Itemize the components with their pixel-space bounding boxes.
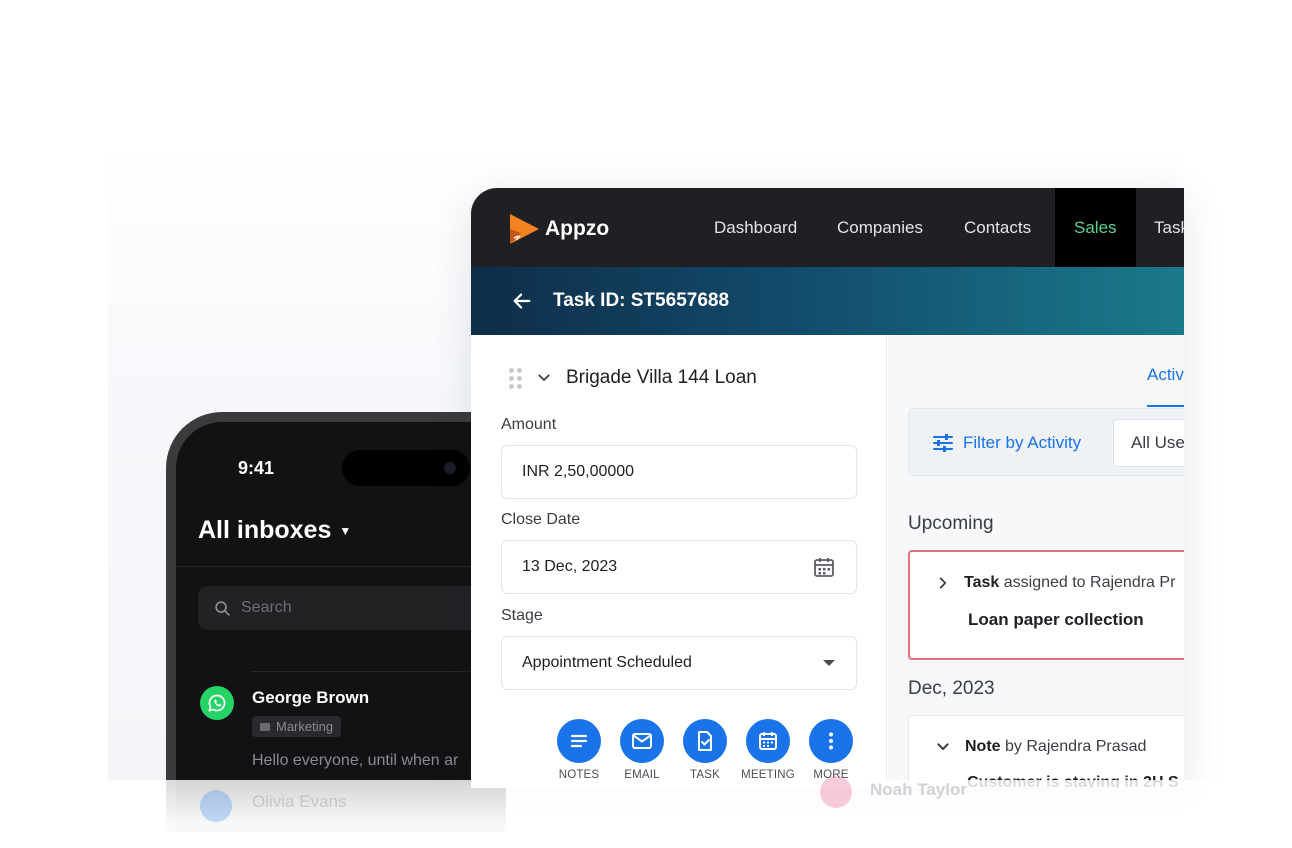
upcoming-card-header: Task assigned to Rajendra Pr bbox=[936, 574, 1175, 592]
amount-label: Amount bbox=[501, 416, 557, 433]
divider bbox=[252, 671, 506, 672]
back-arrow-icon[interactable] bbox=[511, 290, 533, 312]
conversation-name[interactable]: George Brown bbox=[252, 688, 369, 708]
tab-activity[interactable]: Activi bbox=[1147, 365, 1184, 385]
activity-filter-bar: Filter by Activity All Use bbox=[908, 408, 1184, 476]
folder-icon bbox=[260, 722, 270, 731]
month-heading: Dec, 2023 bbox=[908, 678, 995, 699]
calendar-icon[interactable] bbox=[812, 555, 836, 579]
nav-sales[interactable]: Sales bbox=[1055, 188, 1136, 267]
active-tab-indicator bbox=[1147, 405, 1184, 407]
nav-companies[interactable]: Companies bbox=[818, 188, 942, 267]
inbox-title: All inboxes bbox=[198, 516, 332, 544]
activity-title: Loan paper collection bbox=[968, 610, 1144, 629]
notes-icon[interactable] bbox=[557, 719, 601, 763]
caret-down-icon bbox=[823, 660, 835, 666]
close-date-value: 13 Dec, 2023 bbox=[522, 558, 618, 575]
search-icon bbox=[215, 600, 230, 616]
upcoming-task-card[interactable]: Task assigned to Rajendra Pr Loan paper … bbox=[908, 550, 1184, 660]
close-date-label: Close Date bbox=[501, 511, 581, 528]
conversation-tag: Marketing bbox=[252, 716, 342, 737]
stage-select[interactable]: Appointment Scheduled bbox=[501, 636, 857, 690]
notes-action[interactable]: NOTES bbox=[557, 719, 601, 781]
conversation-preview: Hello everyone, until when ar bbox=[252, 752, 459, 769]
appzo-logo-icon bbox=[510, 214, 539, 244]
instagram-icon bbox=[820, 776, 852, 808]
task-icon[interactable] bbox=[683, 719, 727, 763]
close-date-field[interactable]: 13 Dec, 2023 bbox=[501, 540, 857, 594]
whatsapp-icon bbox=[200, 686, 234, 720]
amount-value: INR 2,50,00000 bbox=[522, 463, 635, 480]
email-action[interactable]: EMAIL bbox=[620, 719, 664, 781]
mobile-phone: 9:41 All inboxes ▼ Search George Brown M… bbox=[166, 412, 506, 832]
task-action[interactable]: TASK bbox=[683, 719, 727, 781]
stage-label: Stage bbox=[501, 607, 543, 624]
more-vertical-icon[interactable] bbox=[809, 719, 853, 763]
camera-icon bbox=[444, 462, 456, 474]
ghost-conversation-name: Olivia Evans bbox=[252, 792, 347, 811]
nav-contacts[interactable]: Contacts bbox=[945, 188, 1050, 267]
note-author: by Rajendra Prasad bbox=[1005, 738, 1147, 755]
note-type: Note bbox=[965, 738, 1001, 755]
crm-window: Appzo Dashboard Companies Contacts Sales… bbox=[471, 188, 1184, 788]
activity-assignment: assigned to Rajendra Pr bbox=[1003, 574, 1176, 591]
activity-summary: Task assigned to Rajendra Pr bbox=[964, 574, 1175, 592]
phone-screen: 9:41 All inboxes ▼ Search George Brown M… bbox=[176, 422, 506, 832]
status-time: 9:41 bbox=[238, 458, 275, 478]
stage-value: Appointment Scheduled bbox=[522, 654, 692, 671]
note-card-header: Note by Rajendra Prasad bbox=[935, 738, 1146, 756]
note-summary: Note by Rajendra Prasad bbox=[965, 738, 1146, 756]
facebook-icon bbox=[200, 790, 232, 822]
ghost-contact-name: Noah Taylor bbox=[870, 780, 967, 799]
task-id-title: Task ID: ST5657688 bbox=[553, 290, 730, 311]
search-placeholder: Search bbox=[241, 599, 292, 616]
search-input[interactable]: Search bbox=[198, 586, 498, 630]
deal-title: Brigade Villa 144 Loan bbox=[566, 367, 757, 388]
filter-by-activity-button[interactable]: Filter by Activity bbox=[931, 431, 1081, 455]
quick-actions: NOTES EMAIL TASK MEETING MORE bbox=[557, 719, 853, 781]
upcoming-heading: Upcoming bbox=[908, 513, 994, 534]
dynamic-island bbox=[342, 450, 470, 486]
inbox-switcher[interactable]: All inboxes ▼ bbox=[198, 516, 351, 545]
task-header: Task ID: ST5657688 bbox=[471, 267, 1184, 335]
brand-name: Appzo bbox=[545, 217, 610, 240]
email-icon[interactable] bbox=[620, 719, 664, 763]
nav-task[interactable]: Task bbox=[1135, 188, 1184, 267]
chevron-right-icon[interactable] bbox=[936, 576, 950, 590]
chevron-down-icon[interactable] bbox=[935, 739, 951, 755]
more-action[interactable]: MORE bbox=[809, 719, 853, 781]
meeting-action[interactable]: MEETING bbox=[741, 719, 795, 781]
amount-field[interactable]: INR 2,50,00000 bbox=[501, 445, 857, 499]
deal-details-pane: Brigade Villa 144 Loan Amount INR 2,50,0… bbox=[471, 335, 887, 788]
activity-pane: Activi Filter by Activity All Use Upcomi… bbox=[888, 335, 1184, 788]
users-select[interactable]: All Use bbox=[1113, 419, 1184, 467]
brand-logo[interactable]: Appzo bbox=[507, 212, 609, 246]
drag-handle-icon[interactable] bbox=[509, 367, 522, 389]
activity-type: Task bbox=[964, 574, 1000, 591]
top-navbar: Appzo Dashboard Companies Contacts Sales… bbox=[471, 188, 1184, 267]
deal-section-header[interactable]: Brigade Villa 144 Loan bbox=[509, 367, 757, 389]
divider bbox=[176, 566, 506, 567]
chevron-down-icon[interactable] bbox=[536, 370, 552, 386]
filter-label: Filter by Activity bbox=[963, 433, 1082, 452]
bottom-fade bbox=[0, 780, 1292, 848]
tune-icon bbox=[933, 434, 953, 452]
screenshot-stage: 9:41 All inboxes ▼ Search George Brown M… bbox=[0, 0, 1292, 848]
tag-label: Marketing bbox=[276, 719, 334, 734]
note-card[interactable]: Note by Rajendra Prasad Customer is stay… bbox=[908, 715, 1184, 788]
meeting-icon[interactable] bbox=[746, 719, 790, 763]
caret-down-icon: ▼ bbox=[339, 523, 352, 538]
nav-dashboard[interactable]: Dashboard bbox=[695, 188, 816, 267]
users-select-value: All Use bbox=[1131, 433, 1184, 452]
